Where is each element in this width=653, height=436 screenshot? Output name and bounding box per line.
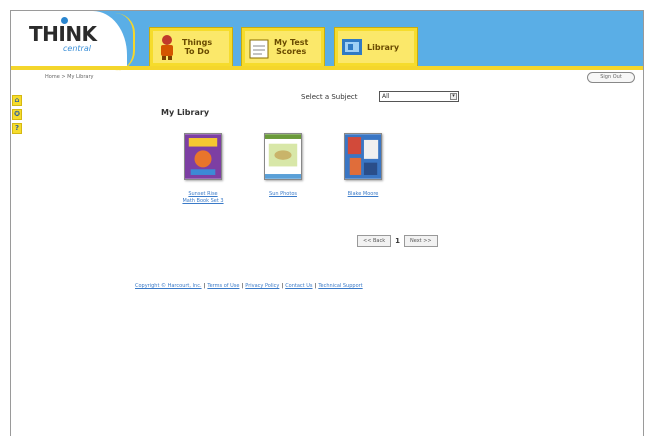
copyright-link[interactable]: Copyright © Harcourt, Inc. xyxy=(135,283,202,289)
tab-scores-label-2: Scores xyxy=(276,47,307,56)
book-cover[interactable] xyxy=(264,133,302,180)
logo-subtext: central xyxy=(63,44,91,53)
terms-link[interactable]: Terms of Use xyxy=(207,283,239,289)
contact-link[interactable]: Contact Us xyxy=(285,283,312,289)
tab-my-test-scores[interactable]: My Test Scores xyxy=(241,27,325,69)
book-title[interactable]: Sunset Rise Math Book Set 3 xyxy=(173,191,233,205)
privacy-link[interactable]: Privacy Policy xyxy=(245,283,279,289)
subject-label: Select a Subject xyxy=(301,93,358,101)
book-title[interactable]: Sun Photos xyxy=(253,191,313,198)
home-icon[interactable]: ⌂ xyxy=(12,95,22,106)
header-underline xyxy=(11,66,643,70)
breadcrumb[interactable]: Home > My Library xyxy=(45,74,93,80)
page-title: My Library xyxy=(161,108,210,117)
clipboard-icon xyxy=(249,39,269,59)
tab-scores-label-1: My Test xyxy=(274,38,309,47)
app-window: THINK central Things To Do My Test Score… xyxy=(10,10,644,436)
subject-select-value: All xyxy=(382,93,390,100)
header-bar: THINK central Things To Do My Test Score… xyxy=(11,11,643,71)
logo-divider xyxy=(115,13,135,71)
book-cover[interactable] xyxy=(344,133,382,180)
footer-links: Copyright © Harcourt, Inc. | Terms of Use |… xyxy=(135,283,363,289)
book-item[interactable]: Sun Photos xyxy=(253,133,313,198)
book-item[interactable]: Blake Moore xyxy=(333,133,393,198)
tab-library-label: Library xyxy=(367,42,400,52)
settings-icon[interactable]: ✪ xyxy=(12,109,22,120)
page-number: 1 xyxy=(395,237,400,245)
next-button[interactable]: Next >> xyxy=(403,235,438,247)
thinkcentral-logo[interactable]: THINK central xyxy=(11,11,127,69)
logo-text: THINK xyxy=(29,22,97,46)
subject-select[interactable]: All ▾ xyxy=(379,91,459,102)
tab-things-label-1: Things xyxy=(182,38,213,47)
book-cover[interactable] xyxy=(184,133,222,180)
support-link[interactable]: Technical Support xyxy=(318,283,362,289)
back-button[interactable]: << Back xyxy=(357,235,392,247)
tab-things-to-do[interactable]: Things To Do xyxy=(149,27,233,69)
pagination: << Back 1 Next >> xyxy=(357,235,438,247)
book-item[interactable]: Sunset Rise Math Book Set 3 xyxy=(173,133,233,205)
chevron-down-icon: ▾ xyxy=(450,93,457,100)
library-icon xyxy=(342,39,362,55)
book-title[interactable]: Blake Moore xyxy=(333,191,393,198)
sign-out-button[interactable]: Sign Out xyxy=(587,72,635,83)
character-icon xyxy=(161,35,173,60)
tab-library[interactable]: Library xyxy=(334,27,418,69)
help-icon[interactable]: ? xyxy=(12,123,22,134)
tab-things-label-2: To Do xyxy=(184,47,210,56)
